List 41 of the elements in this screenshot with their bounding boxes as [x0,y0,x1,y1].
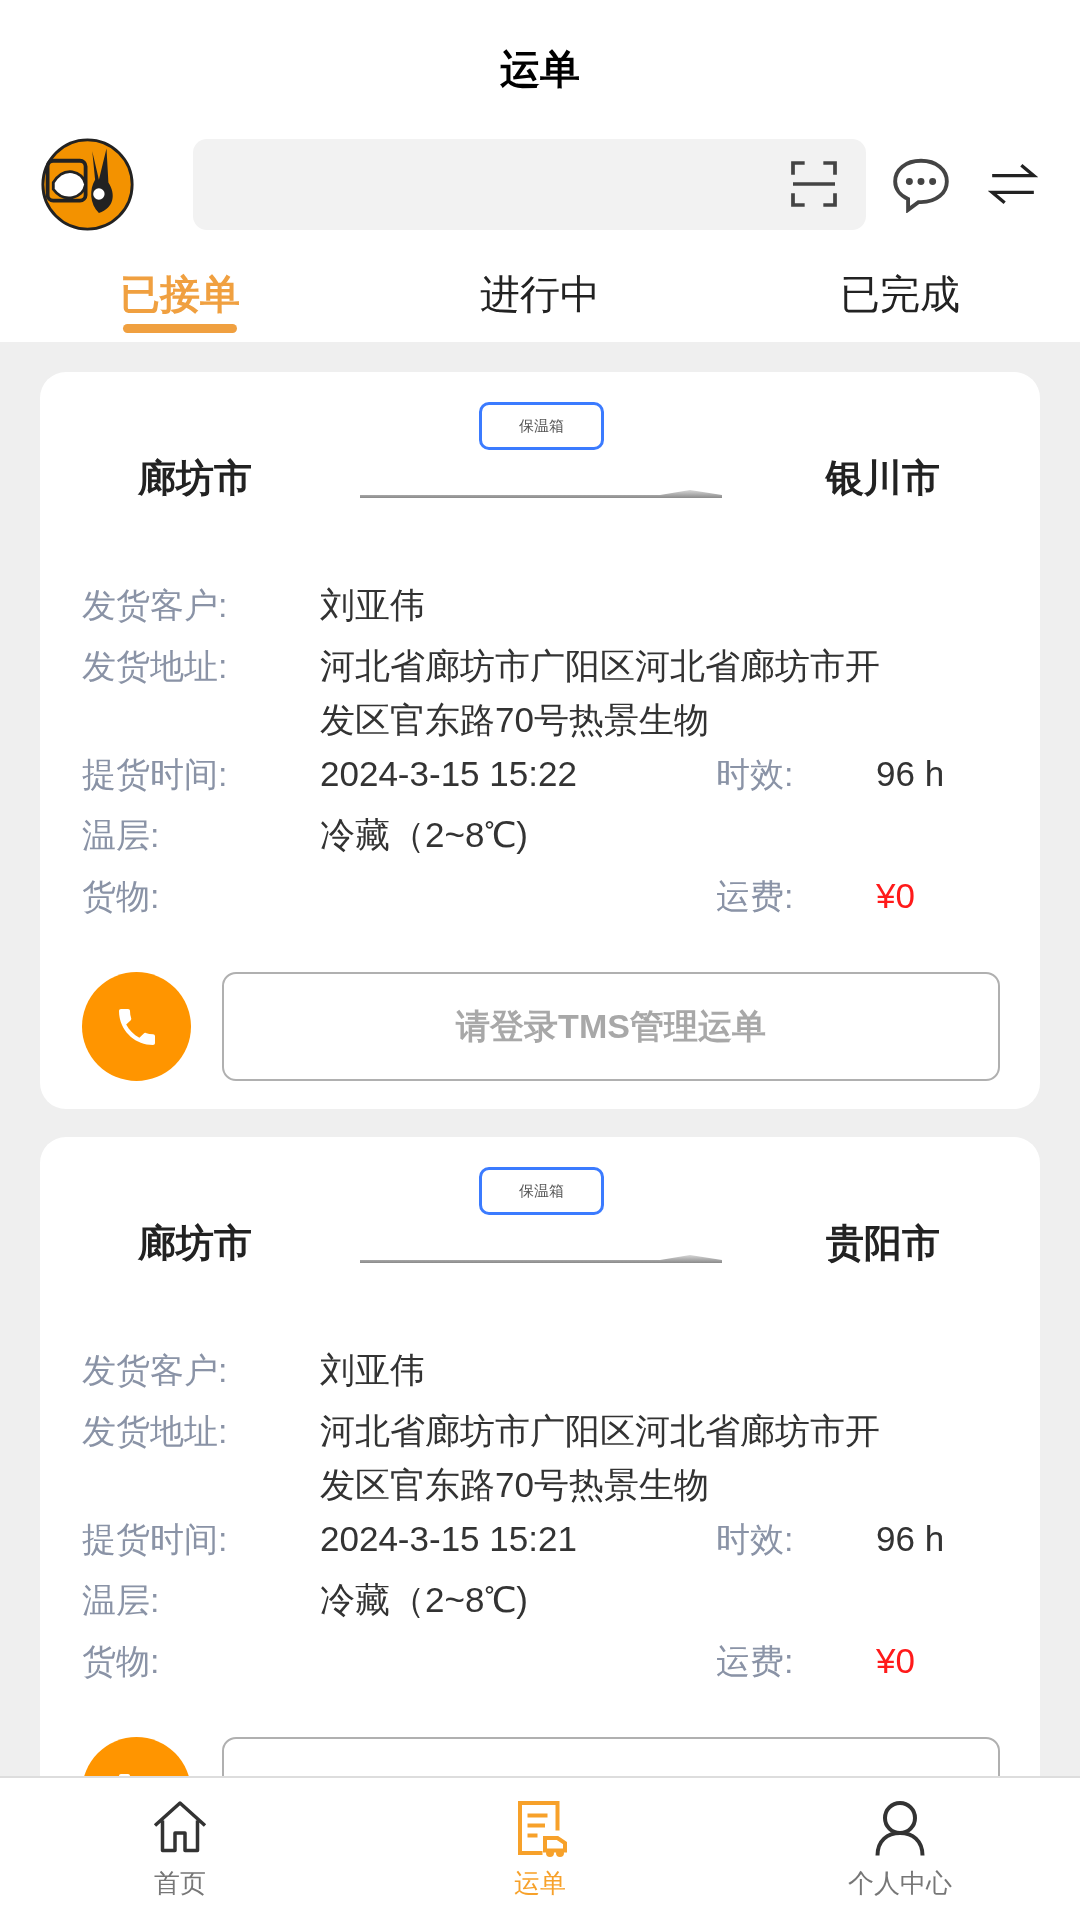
tag: 保温箱 [478,402,604,450]
field-value: 2024-3-15 15:22 [320,754,577,793]
search-field[interactable] [193,138,866,230]
login-tms-button[interactable]: 请登录TMS管理运单 [222,972,1000,1081]
tab[interactable]: 已完成 [840,266,960,322]
field-label: 温层: [82,815,161,856]
field-value: 96 h [876,1519,945,1558]
destination-city: 贵阳市 [825,1220,941,1266]
nav-tab[interactable]: 首页 [0,1778,360,1920]
field-label: 提货时间: [82,754,229,795]
destination-city: 银川市 [824,455,941,501]
field-label: 提货时间: [82,1519,229,1560]
field-label: 货物: [82,876,161,917]
field-label: 发货客户: [82,585,229,626]
phone-icon [118,1008,155,1045]
page-title: 运单 [500,46,580,93]
nav-tab[interactable]: 个人中心 [720,1778,1080,1920]
field-label: 温层: [82,1580,161,1621]
field-label: 发货客户: [82,1350,229,1391]
field-value: 2024-3-15 15:21 [320,1519,577,1558]
origin-city: 廊坊市 [137,455,253,501]
field-value: ¥0 [876,1641,915,1680]
field-value: ¥0 [876,876,915,915]
field-value: 河北省廊坊市广阳区河北省廊坊市开发区官东路70号热景生物 [320,645,881,741]
field-label: 发货地址: [82,646,229,687]
tag: 保温箱 [478,1167,604,1215]
field-label: 发货地址: [82,1411,229,1452]
tab[interactable]: 进行中 [480,266,600,322]
field-value: 河北省廊坊市广阳区河北省廊坊市开发区官东路70号热景生物 [320,1410,881,1506]
origin-city: 廊坊市 [137,1220,253,1266]
field-label: 运费: [716,1641,795,1682]
field-value: 冷藏（2~8℃) [320,815,529,854]
field-label: 货物: [82,1641,161,1682]
field-label: 时效: [716,1519,795,1560]
field-label: 运费: [716,876,795,917]
logo-icon [40,136,135,232]
field-value: 96 h [876,754,945,793]
field-value: 刘亚伟 [320,585,425,624]
field-label: 时效: [716,754,795,795]
field-value: 冷藏（2~8℃) [320,1580,529,1619]
field-value: 刘亚伟 [320,1350,425,1389]
